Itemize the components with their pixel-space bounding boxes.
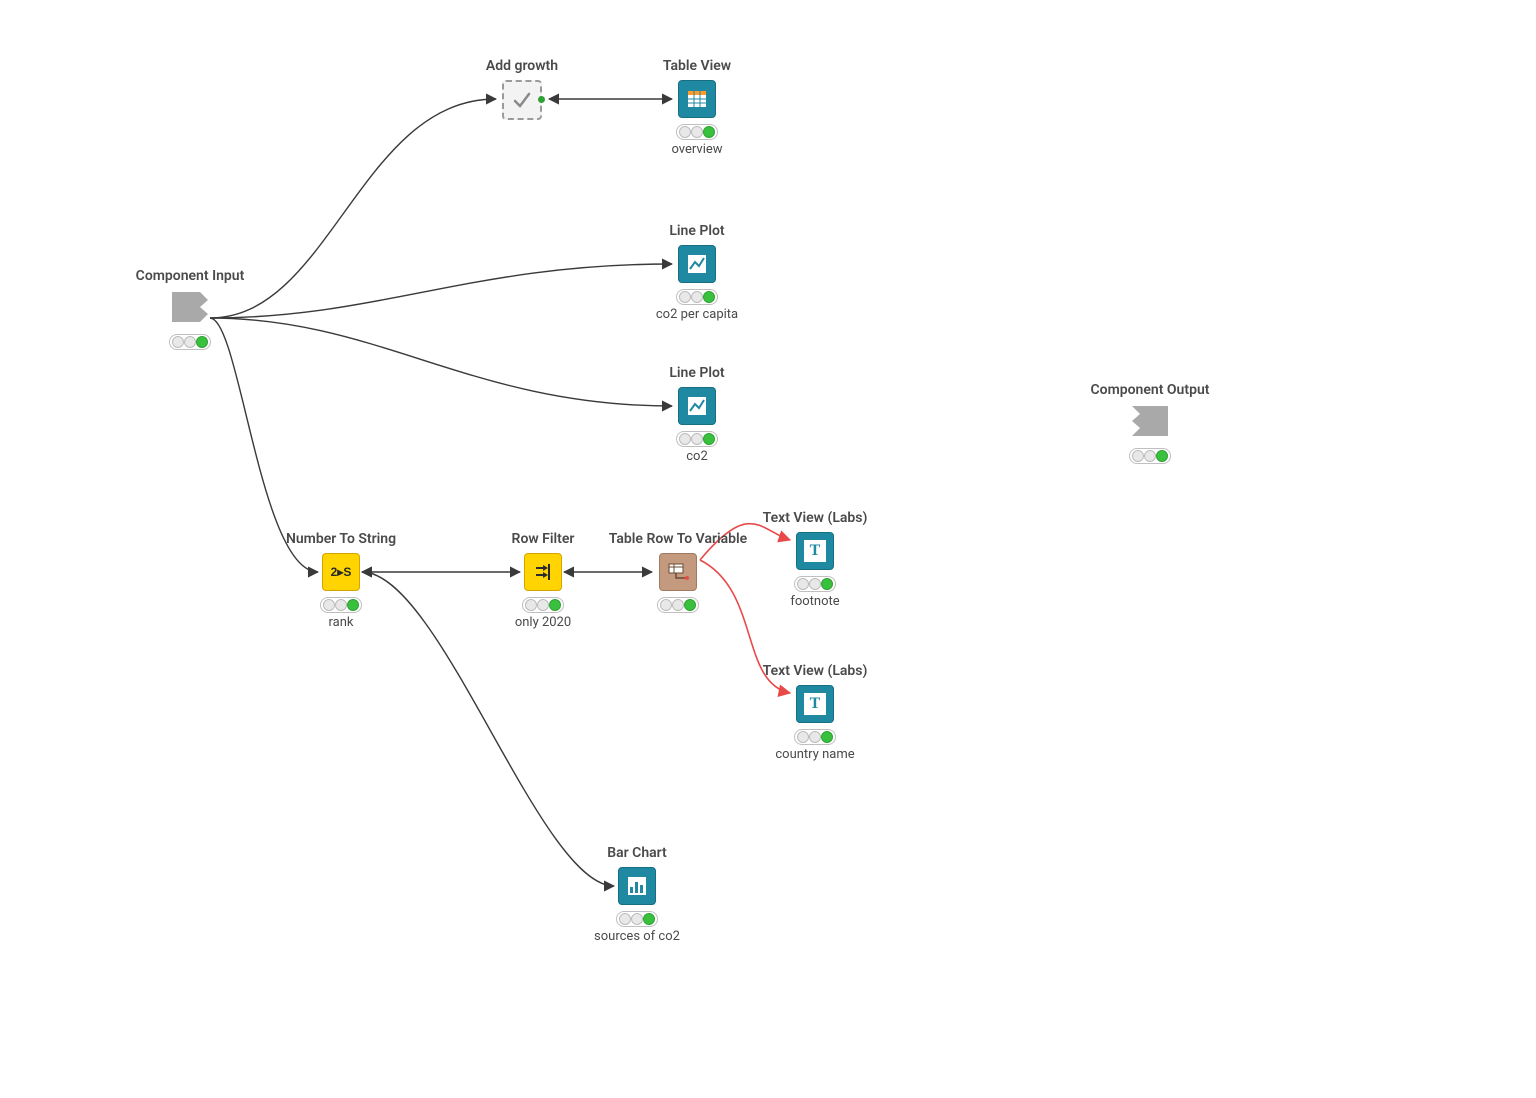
status-lights (794, 576, 836, 592)
node-title: Line Plot (669, 365, 724, 381)
line-chart-icon (678, 245, 716, 283)
node-title: Table Row To Variable (609, 531, 747, 547)
node-sublabel: co2 per capita (656, 307, 738, 322)
node-sublabel: country name (775, 747, 854, 762)
metanode-icon (502, 80, 542, 120)
node-line-plot-2[interactable]: Line Plot co2 (612, 365, 782, 464)
node-title: Add growth (486, 58, 558, 74)
node-bar-chart[interactable]: Bar Chart sources of co2 (552, 845, 722, 944)
table-icon (678, 80, 716, 118)
node-sublabel: only 2020 (515, 615, 571, 630)
node-table-view[interactable]: Table View overview (612, 58, 782, 157)
line-chart-icon (678, 387, 716, 425)
status-lights (616, 911, 658, 927)
node-sublabel: co2 (686, 449, 708, 464)
node-number-to-string[interactable]: Number To String 2▸S rank (256, 531, 426, 630)
status-lights (676, 431, 718, 447)
node-component-input[interactable]: Component Input (105, 268, 275, 350)
component-input-icon (170, 290, 210, 328)
node-sublabel: rank (329, 615, 354, 630)
node-sublabel: overview (671, 142, 722, 157)
node-title: Text View (Labs) (763, 663, 868, 679)
node-title: Line Plot (669, 223, 724, 239)
node-title: Row Filter (512, 531, 575, 547)
component-output-icon (1130, 404, 1170, 442)
text-icon: T (796, 685, 834, 723)
filter-icon (524, 553, 562, 591)
status-lights (794, 729, 836, 745)
node-title: Number To String (286, 531, 396, 547)
status-lights (320, 597, 362, 613)
status-lights (657, 597, 699, 613)
node-title: Bar Chart (607, 845, 667, 861)
node-text-view-footnote[interactable]: Text View (Labs) T footnote (730, 510, 900, 609)
status-lights (676, 289, 718, 305)
node-sublabel: sources of co2 (594, 929, 680, 944)
node-title: Table View (663, 58, 731, 74)
node-add-growth[interactable]: Add growth (437, 58, 607, 120)
node-title: Text View (Labs) (763, 510, 868, 526)
node-component-output[interactable]: Component Output (1065, 382, 1235, 464)
status-lights (676, 124, 718, 140)
convert-icon: 2▸S (322, 553, 360, 591)
bar-chart-icon (618, 867, 656, 905)
node-title: Component Output (1091, 382, 1210, 398)
node-title: Component Input (136, 268, 245, 284)
status-lights (1129, 448, 1171, 464)
text-icon: T (796, 532, 834, 570)
status-lights (522, 597, 564, 613)
node-text-view-country[interactable]: Text View (Labs) T country name (730, 663, 900, 762)
status-lights (169, 334, 211, 350)
workflow-canvas[interactable]: Component Input Add growth Table View ov… (0, 0, 1536, 1098)
node-line-plot-1[interactable]: Line Plot co2 per capita (612, 223, 782, 322)
table-to-variable-icon (659, 553, 697, 591)
node-sublabel: footnote (790, 594, 839, 609)
